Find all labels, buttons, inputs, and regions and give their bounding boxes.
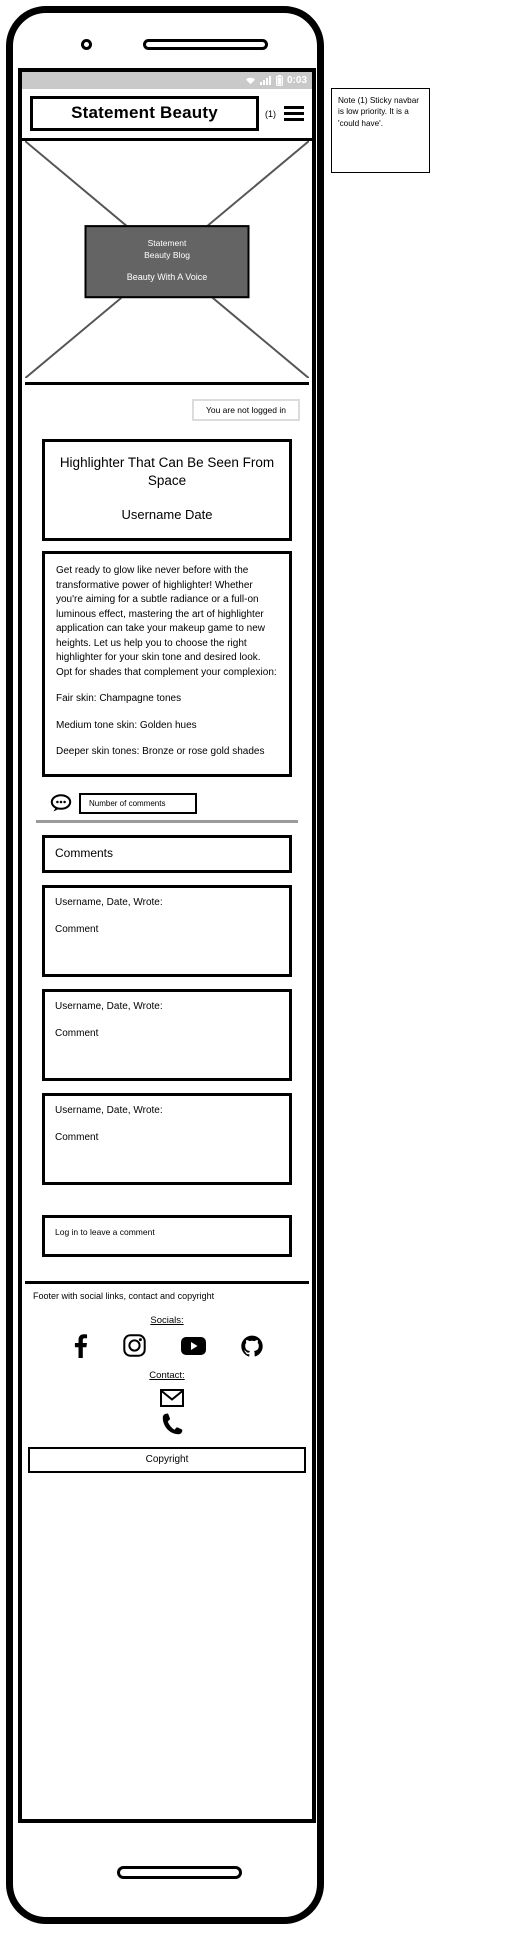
login-status-badge: You are not logged in: [191, 399, 300, 421]
email-icon[interactable]: [160, 1388, 184, 1407]
article-meta: Username Date: [121, 507, 213, 523]
login-status-row: You are not logged in: [22, 385, 312, 421]
site-brand[interactable]: Statement Beauty: [30, 96, 259, 131]
phone-speaker-icon: [143, 39, 268, 50]
phone-screen: 0:03 Statement Beauty (1) Statement Beau…: [18, 68, 316, 1823]
comment-text: Comment: [55, 923, 99, 935]
hero-title-line2: Beauty Blog: [144, 249, 190, 260]
article-paragraph: Fair skin: Champagne tones: [56, 693, 182, 705]
hero-tagline: Beauty With A Voice: [126, 272, 208, 283]
phone-frame: 0:03 Statement Beauty (1) Statement Beau…: [6, 6, 324, 1924]
comment-count-value: Number of comments: [79, 792, 197, 814]
battery-icon: [275, 75, 283, 86]
comment-text: Comment: [55, 1027, 99, 1039]
burger-line: [284, 106, 304, 109]
comments-header: Comments: [42, 834, 292, 873]
article-paragraph: Medium tone skin: Golden hues: [56, 719, 197, 731]
navbar: Statement Beauty (1): [22, 89, 312, 141]
socials-label: Socials:: [150, 1314, 184, 1326]
comment-author: Username, Date, Wrote:: [55, 1104, 163, 1116]
article-header-card: Highlighter That Can Be Seen From Space …: [42, 439, 292, 542]
phone-home-indicator: [117, 1866, 242, 1879]
article-paragraph: Deeper skin tones: Bronze or rose gold s…: [56, 746, 265, 758]
burger-line: [284, 112, 304, 115]
contact-row: [25, 1381, 309, 1435]
note-reference: (1): [265, 108, 276, 119]
burger-line: [284, 118, 304, 121]
copyright-bar: Copyright: [28, 1446, 306, 1473]
comment-text: Comment: [55, 1131, 99, 1143]
leave-comment-prompt[interactable]: Log in to leave a comment: [42, 1214, 292, 1257]
instagram-icon[interactable]: [123, 1334, 146, 1358]
footer-caption: Footer with social links, contact and co…: [33, 1290, 215, 1301]
github-icon[interactable]: [241, 1335, 264, 1357]
facebook-icon[interactable]: [71, 1334, 88, 1358]
socials-row: [25, 1326, 309, 1358]
wireframe-canvas: 0:03 Statement Beauty (1) Statement Beau…: [0, 0, 532, 1940]
comment-card: Username, Date, Wrote: Comment: [42, 988, 292, 1081]
article-paragraph: Get ready to glow like never before with…: [56, 565, 277, 678]
hero-title-line1: Statement: [147, 237, 187, 248]
hamburger-menu-icon[interactable]: [282, 104, 306, 123]
status-time: 0:03: [286, 75, 307, 86]
site-footer: Footer with social links, contact and co…: [25, 1280, 309, 1473]
comment-author: Username, Date, Wrote:: [55, 1000, 163, 1012]
section-divider: [36, 819, 298, 823]
signal-icon: [259, 76, 272, 85]
article-title: Highlighter That Can Be Seen From Space: [59, 455, 275, 489]
status-bar: 0:03: [22, 72, 312, 89]
article-body-card: Get ready to glow like never before with…: [42, 551, 292, 777]
comment-card: Username, Date, Wrote: Comment: [42, 884, 292, 977]
comment-count-row: Number of comments: [50, 792, 292, 814]
speech-bubble-icon: [50, 794, 72, 812]
phone-icon[interactable]: [162, 1413, 183, 1435]
youtube-icon[interactable]: [181, 1336, 207, 1355]
annotation-note: Note (1) Sticky navbar is low priority. …: [331, 88, 430, 173]
hero-banner: Statement Beauty Blog Beauty With A Voic…: [84, 224, 250, 299]
contact-label: Contact:: [149, 1369, 185, 1381]
hero-image-placeholder: Statement Beauty Blog Beauty With A Voic…: [25, 141, 309, 385]
comment-card: Username, Date, Wrote: Comment: [42, 1092, 292, 1185]
wifi-icon: [245, 76, 256, 85]
comment-author: Username, Date, Wrote:: [55, 896, 163, 908]
phone-camera-icon: [81, 39, 92, 50]
